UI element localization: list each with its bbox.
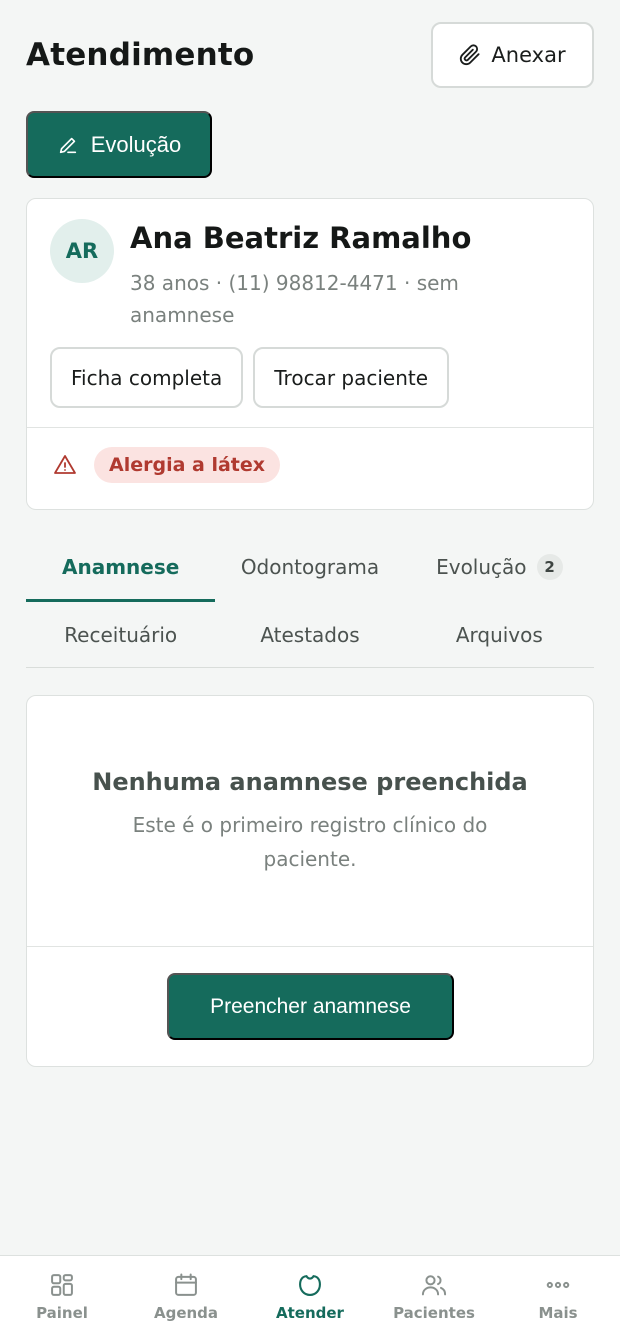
empty-state-description: Este é o primeiro registro clínico do pa… — [132, 813, 488, 871]
patient-name: Ana Beatriz Ramalho — [130, 221, 472, 255]
tab-arquivos[interactable]: Arquivos — [405, 602, 594, 667]
pen-icon — [59, 137, 76, 153]
nav-item-pacientes[interactable]: Pacientes — [372, 1256, 496, 1342]
card-divider — [27, 427, 593, 428]
nav-item-painel[interactable]: Painel — [0, 1256, 124, 1342]
tab-atestados[interactable]: Atestados — [215, 602, 404, 667]
nav-label: Atender — [276, 1304, 344, 1322]
nav-label: Mais — [538, 1304, 578, 1322]
allergy-alert: Alergia a látex — [53, 447, 281, 483]
nav-label: Painel — [36, 1304, 88, 1322]
tabs-row-2: Receituário Atestados Arquivos — [26, 602, 594, 668]
paperclip-icon — [460, 44, 480, 66]
switch-patient-button[interactable]: Trocar paciente — [253, 347, 450, 408]
tab-label: Atestados — [260, 622, 360, 647]
empty-state-divider — [27, 946, 593, 947]
allergy-badge: Alergia a látex — [94, 447, 281, 483]
tab-label: Receituário — [64, 622, 178, 647]
patient-actions: Ficha completa Trocar paciente — [50, 347, 450, 408]
tab-label: Anamnese — [62, 555, 180, 579]
avatar: AR — [50, 219, 114, 283]
tab-label: Evolução — [436, 555, 527, 579]
tab-evolucao[interactable]: Evolução 2 — [405, 532, 594, 602]
tab-label: Arquivos — [455, 622, 543, 647]
nav-label: Agenda — [153, 1304, 219, 1322]
nav-label: Pacientes — [393, 1304, 475, 1322]
page-header: Atendimento Anexar — [26, 22, 594, 88]
tab-count-badge: 2 — [536, 554, 563, 580]
more-dots-icon — [546, 1281, 570, 1289]
grid-icon — [51, 1274, 73, 1296]
bottom-nav: Painel Agenda Atender Pacientes Mais — [0, 1255, 620, 1342]
tab-odontograma[interactable]: Odontograma — [215, 532, 404, 602]
attach-button-label: Anexar — [491, 43, 566, 67]
warning-icon — [54, 455, 76, 474]
evolution-button[interactable]: Evolução — [26, 111, 212, 178]
users-icon — [421, 1275, 447, 1296]
tooth-icon — [299, 1275, 321, 1296]
tab-receituario[interactable]: Receituário — [26, 602, 215, 667]
evolution-button-label: Evolução — [90, 131, 182, 157]
nav-item-mais[interactable]: Mais — [496, 1256, 620, 1342]
patient-card: AR Ana Beatriz Ramalho 38 anos · (11) 98… — [26, 198, 594, 510]
calendar-icon — [175, 1273, 197, 1296]
page-title: Atendimento — [26, 37, 255, 73]
tab-label: Odontograma — [240, 555, 380, 579]
empty-state-card: Nenhuma anamnese preenchida Este é o pri… — [26, 695, 594, 1067]
fill-anamnese-button[interactable]: Preencher anamnese — [167, 973, 454, 1040]
patient-meta: 38 anos · (11) 98812-4471 · sem anamnese — [130, 271, 459, 327]
nav-item-agenda[interactable]: Agenda — [124, 1256, 248, 1342]
tab-anamnese[interactable]: Anamnese — [26, 532, 216, 602]
full-record-button[interactable]: Ficha completa — [50, 347, 244, 408]
nav-item-atender[interactable]: Atender — [248, 1256, 372, 1342]
tabs-row-1: Anamnese Odontograma Evolução 2 — [26, 532, 594, 602]
attach-button[interactable]: Anexar — [431, 22, 594, 88]
empty-state-title: Nenhuma anamnese preenchida — [92, 768, 528, 796]
